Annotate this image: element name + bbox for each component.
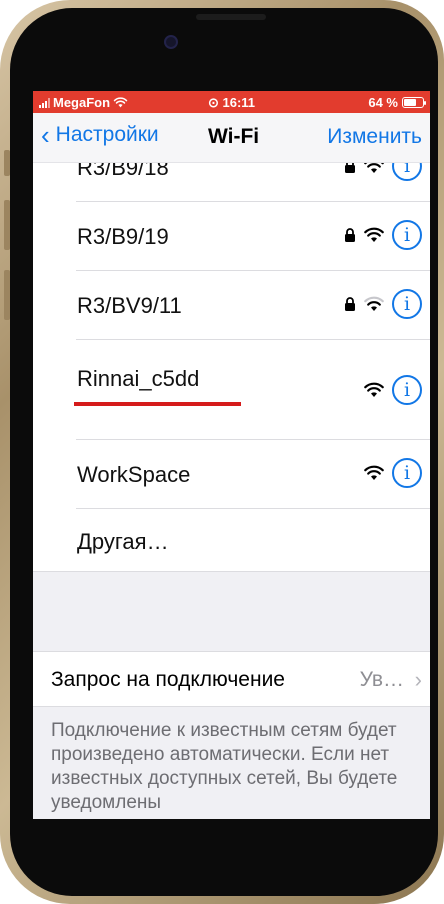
- footer: Подключение к известным сетям будет прои…: [33, 707, 430, 819]
- ask-to-join-row[interactable]: Запрос на подключение Ув… ›: [33, 651, 430, 707]
- orientation-lock-icon: ⊙: [207, 95, 219, 110]
- clock: 16:11: [222, 95, 256, 110]
- speaker-grille: [196, 14, 266, 20]
- battery-icon: [402, 97, 426, 108]
- wifi-signal-icon: [364, 465, 384, 480]
- battery-percent: 64 %: [368, 95, 398, 110]
- info-icon[interactable]: i: [392, 375, 422, 405]
- network-list: R3/B9/18 i R3/B9/19 i R3/BV9/11 i Rinnai…: [33, 133, 430, 819]
- wifi-signal-icon: [364, 382, 384, 397]
- info-icon[interactable]: i: [392, 289, 422, 319]
- network-name: R3/B9/19: [77, 224, 169, 249]
- lock-icon: [345, 297, 355, 311]
- footer-description: Подключение к известным сетям будет прои…: [51, 720, 398, 813]
- chevron-right-icon: ›: [414, 667, 422, 692]
- status-bar: MegaFon ⊙ 16:11 64 %: [33, 91, 430, 113]
- front-camera: [164, 35, 178, 49]
- screen: MegaFon ⊙ 16:11 64 % ‹ Настройки Wi-Fi И…: [33, 91, 430, 819]
- edit-button[interactable]: Изменить: [327, 125, 422, 149]
- network-name: R3/BV9/11: [77, 293, 182, 318]
- section-separator: [33, 571, 430, 651]
- network-name: WorkSpace: [77, 462, 191, 487]
- network-row-r3-b9-19[interactable]: R3/B9/19 i: [33, 202, 430, 271]
- network-row-rinnai-c5dd[interactable]: Rinnai_c5dd i: [33, 340, 430, 440]
- other-network-label: Другая…: [77, 529, 169, 554]
- navigation-bar: ‹ Настройки Wi-Fi Изменить: [33, 113, 430, 163]
- back-button[interactable]: ‹ Настройки: [41, 120, 159, 150]
- lock-icon: [345, 228, 355, 242]
- network-row-workspace[interactable]: WorkSpace i: [33, 440, 430, 509]
- info-icon[interactable]: i: [392, 458, 422, 488]
- back-label: Настройки: [55, 123, 159, 146]
- page-title: Wi-Fi: [208, 125, 260, 148]
- info-icon[interactable]: i: [392, 220, 422, 250]
- wifi-signal-icon: [364, 227, 384, 242]
- ask-to-join-value: Ув…: [359, 668, 404, 691]
- network-row-r3-bv9-11[interactable]: R3/BV9/11 i: [33, 271, 430, 340]
- ask-to-join-label: Запрос на подключение: [51, 668, 285, 691]
- highlight-underline: [74, 402, 241, 406]
- other-network-row[interactable]: Другая…: [33, 509, 430, 571]
- network-name: Rinnai_c5dd: [77, 366, 200, 391]
- wifi-weak-signal-icon: [364, 296, 384, 311]
- status-right: 64 %: [368, 95, 426, 110]
- battery-fill: [404, 99, 416, 106]
- chevron-left-icon: ‹: [41, 120, 50, 150]
